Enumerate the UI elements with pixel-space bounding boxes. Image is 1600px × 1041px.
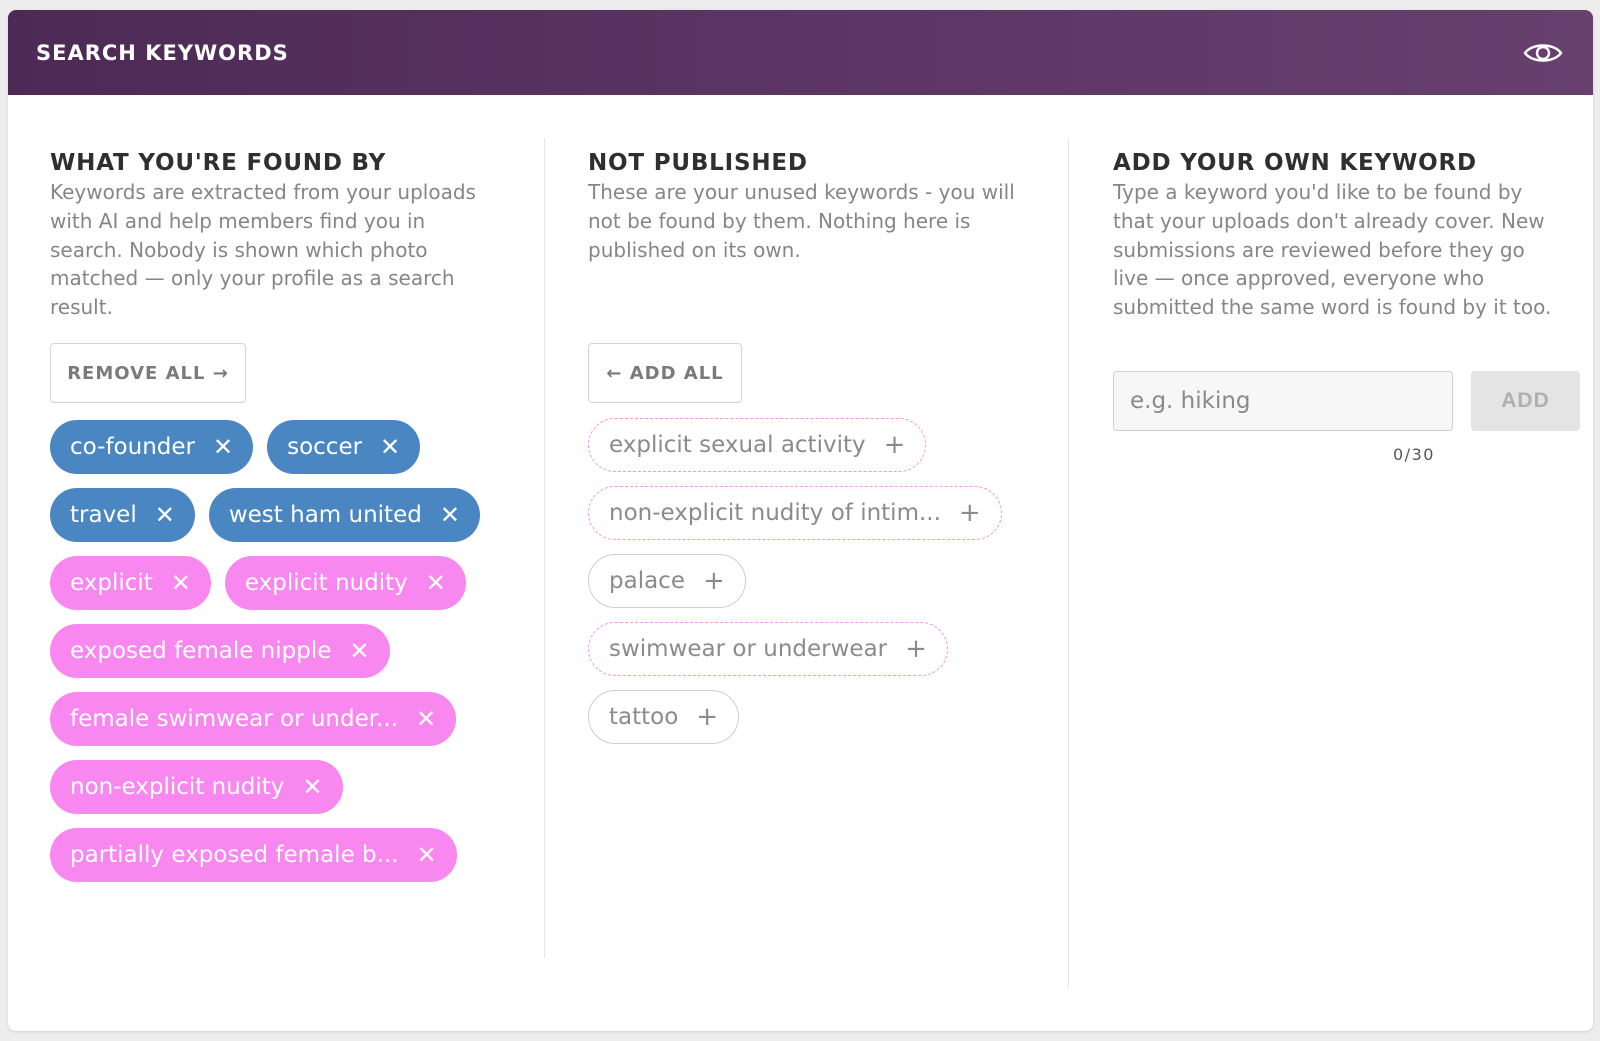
- add-icon[interactable]: +: [905, 636, 927, 662]
- tag-label: soccer: [287, 434, 363, 460]
- remove-all-button[interactable]: REMOVE ALL →: [50, 343, 246, 403]
- tag-label: non-explicit nudity of intim...: [609, 500, 941, 526]
- keyword-tag[interactable]: exposed female nipple ✕: [50, 624, 390, 678]
- column-divider: [544, 138, 545, 958]
- not-published-description: These are your unused keywords - you wil…: [588, 180, 1015, 262]
- card-header: SEARCH KEYWORDS: [8, 10, 1593, 95]
- remove-icon[interactable]: ✕: [155, 503, 175, 527]
- add-own-description: Type a keyword you'd like to be found by…: [1113, 180, 1552, 320]
- not-published-column: NOT PUBLISHED These are your unused keyw…: [588, 148, 1028, 744]
- tag-label: palace: [609, 568, 685, 594]
- tag-label: co-founder: [70, 434, 195, 460]
- tag-label: explicit: [70, 570, 153, 596]
- add-keyword-button[interactable]: ADD: [1471, 371, 1580, 431]
- keyword-tag[interactable]: non-explicit nudity ✕: [50, 760, 343, 814]
- keyword-tag[interactable]: west ham united ✕: [208, 488, 480, 542]
- not-published-tags: explicit sexual activity + non-explicit n…: [588, 418, 1002, 758]
- remove-icon[interactable]: ✕: [302, 775, 322, 799]
- keyword-tag[interactable]: partially exposed female b... ✕: [50, 828, 457, 882]
- found-by-title: WHAT YOU'RE FOUND BY: [50, 150, 387, 176]
- keyword-tag[interactable]: explicit nudity ✕: [224, 556, 466, 610]
- tag-label: travel: [70, 502, 137, 528]
- tag-label: explicit sexual activity: [609, 432, 866, 458]
- tag-label: partially exposed female b...: [70, 842, 399, 868]
- add-keyword-form: ADD: [1113, 371, 1580, 431]
- card-title: SEARCH KEYWORDS: [36, 40, 289, 65]
- keyword-input[interactable]: [1113, 371, 1453, 431]
- remove-icon[interactable]: ✕: [416, 707, 436, 731]
- tag-label: explicit nudity: [244, 570, 408, 596]
- tag-label: non-explicit nudity: [70, 774, 285, 800]
- add-own-title: ADD YOUR OWN KEYWORD: [1113, 150, 1477, 176]
- unused-keyword-tag[interactable]: non-explicit nudity of intim... +: [588, 486, 1002, 540]
- character-counter: 0/30: [1393, 445, 1435, 464]
- tag-label: swimwear or underwear: [609, 636, 888, 662]
- keyword-tag[interactable]: travel ✕: [50, 488, 195, 542]
- remove-icon[interactable]: ✕: [426, 571, 446, 595]
- unused-keyword-tag[interactable]: swimwear or underwear +: [588, 622, 948, 676]
- remove-icon[interactable]: ✕: [440, 503, 460, 527]
- remove-icon[interactable]: ✕: [417, 843, 437, 867]
- add-icon[interactable]: +: [959, 500, 981, 526]
- unused-keyword-tag[interactable]: tattoo +: [588, 690, 740, 744]
- unused-keyword-tag[interactable]: palace +: [588, 554, 746, 608]
- add-icon[interactable]: +: [703, 568, 725, 594]
- column-divider: [1068, 138, 1069, 988]
- tag-label: exposed female nipple: [70, 638, 332, 664]
- add-icon[interactable]: +: [884, 432, 906, 458]
- remove-icon[interactable]: ✕: [380, 435, 400, 459]
- found-by-tags: co-founder ✕ soccer ✕ travel ✕ west ham uni…: [50, 420, 510, 896]
- remove-icon[interactable]: ✕: [171, 571, 191, 595]
- tag-label: west ham united: [228, 502, 422, 528]
- keyword-tag[interactable]: explicit ✕: [50, 556, 211, 610]
- unused-keyword-tag[interactable]: explicit sexual activity +: [588, 418, 927, 472]
- remove-icon[interactable]: ✕: [349, 639, 369, 663]
- not-published-title: NOT PUBLISHED: [588, 150, 808, 176]
- add-icon[interactable]: +: [696, 704, 718, 730]
- found-by-description: Keywords are extracted from your uploads…: [50, 180, 476, 320]
- add-own-column: ADD YOUR OWN KEYWORD Type a keyword you'…: [1113, 148, 1580, 464]
- eye-icon[interactable]: [1521, 35, 1565, 71]
- keyword-tag[interactable]: female swimwear or under... ✕: [50, 692, 457, 746]
- search-keywords-card: SEARCH KEYWORDS WHAT YOU'RE FOUND BY Key…: [8, 10, 1593, 1031]
- keyword-tag[interactable]: soccer ✕: [267, 420, 421, 474]
- keyword-tag[interactable]: co-founder ✕: [50, 420, 254, 474]
- remove-icon[interactable]: ✕: [213, 435, 233, 459]
- found-by-column: WHAT YOU'RE FOUND BY Keywords are extrac…: [50, 148, 490, 882]
- add-all-button[interactable]: ← ADD ALL: [588, 343, 742, 403]
- tag-label: tattoo: [609, 704, 679, 730]
- tag-label: female swimwear or under...: [70, 706, 399, 732]
